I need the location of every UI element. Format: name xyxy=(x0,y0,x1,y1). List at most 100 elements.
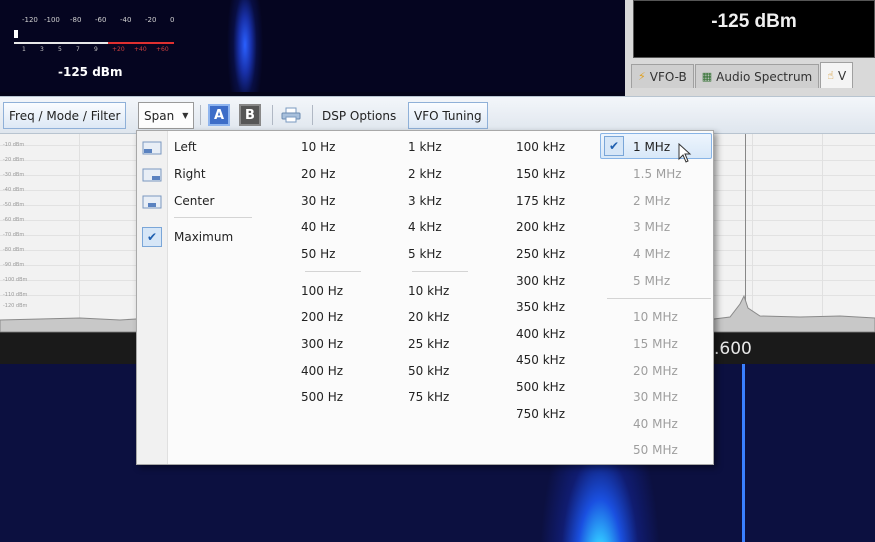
button-label: Freq / Mode / Filter xyxy=(9,108,121,123)
menu-item-span[interactable]: 50 kHz xyxy=(408,364,449,378)
menu-item-span[interactable]: 500 kHz xyxy=(516,380,565,394)
menu-item-span-disabled: 15 MHz xyxy=(633,337,678,351)
menu-item-span[interactable]: 50 Hz xyxy=(301,247,335,261)
meter-tick: 0 xyxy=(170,16,175,24)
right-panel: -125 dBm ⚡ VFO-B ▦ Audio Spectrum ☝ V xyxy=(625,0,875,96)
tab-vfo-tuning[interactable]: ☝ V xyxy=(820,62,854,88)
menu-item-span-disabled: 3 MHz xyxy=(633,220,671,234)
vfo-b-button[interactable]: B xyxy=(239,104,261,126)
printer-icon[interactable] xyxy=(281,107,301,123)
menu-item-span[interactable]: 150 kHz xyxy=(516,167,565,181)
menu-item-span-disabled: 30 MHz xyxy=(633,390,678,404)
vfo-display: -125 dBm xyxy=(633,0,875,58)
dsp-options-button[interactable]: DSP Options xyxy=(317,102,401,129)
menu-item-span[interactable]: 1 kHz xyxy=(408,140,442,154)
menu-item-span[interactable]: 200 Hz xyxy=(301,310,343,324)
meter-scale: 7 xyxy=(76,46,80,53)
top-area: -120 -100 -80 -60 -40 -20 0 1 3 5 7 9 +2… xyxy=(0,0,875,96)
tab-label: Audio Spectrum xyxy=(716,69,813,84)
button-label: VFO Tuning xyxy=(414,108,482,123)
span-button[interactable]: Span ▼ xyxy=(138,102,195,129)
menu-item-span-disabled: 2 MHz xyxy=(633,194,671,208)
tab-label: VFO-B xyxy=(649,69,687,84)
menu-item-span[interactable]: 10 kHz xyxy=(408,284,449,298)
menu-item-span[interactable]: 20 Hz xyxy=(301,167,335,181)
tab-audio-spectrum[interactable]: ▦ Audio Spectrum xyxy=(694,64,820,88)
meter-scale: 3 xyxy=(40,46,44,53)
menu-item-span[interactable]: 400 kHz xyxy=(516,327,565,341)
menu-item-span-disabled: 5 MHz xyxy=(633,274,671,288)
menu-item-span[interactable]: 250 kHz xyxy=(516,247,565,261)
menu-item-span[interactable]: 40 Hz xyxy=(301,220,335,234)
toolbar-divider xyxy=(312,105,313,125)
meter-scale-red: +20 xyxy=(112,46,125,53)
meter-tick: -80 xyxy=(70,16,82,24)
menu-item-span-disabled: 10 MHz xyxy=(633,310,678,324)
menu-item-span[interactable]: 30 Hz xyxy=(301,194,335,208)
menu-item-span[interactable]: 25 kHz xyxy=(408,337,449,351)
align-right-icon xyxy=(141,165,163,185)
meter-scale-red: +60 xyxy=(156,46,169,53)
toolbar-divider xyxy=(272,105,273,125)
menu-item-span[interactable]: 500 Hz xyxy=(301,390,343,404)
meter-scale-red: +40 xyxy=(134,46,147,53)
menu-item-span-disabled: 20 MHz xyxy=(633,364,678,378)
button-label: Span xyxy=(144,108,175,123)
menu-item-span[interactable]: 100 kHz xyxy=(516,140,565,154)
menu-separator xyxy=(412,271,468,272)
menu-item-span[interactable]: 4 kHz xyxy=(408,220,442,234)
vfo-a-button[interactable]: A xyxy=(208,104,230,126)
freq-mode-filter-button[interactable]: Freq / Mode / Filter xyxy=(3,102,127,129)
span-dropdown-menu: Left Right Center ✔ Maximum 10 Hz 20 Hz … xyxy=(136,130,714,465)
menu-item-span[interactable]: 750 kHz xyxy=(516,407,565,421)
menu-item-span[interactable]: 200 kHz xyxy=(516,220,565,234)
toolbar-divider xyxy=(200,105,201,125)
menu-item-center[interactable]: Center xyxy=(174,194,214,208)
vfo-tuning-button[interactable]: VFO Tuning xyxy=(408,102,488,129)
menu-item-span[interactable]: 10 Hz xyxy=(301,140,335,154)
menu-item-span[interactable]: 20 kHz xyxy=(408,310,449,324)
menu-item-span-disabled: 50 MHz xyxy=(633,443,678,457)
meter-needle xyxy=(14,30,18,38)
menu-item-span[interactable]: 400 Hz xyxy=(301,364,343,378)
menu-item-span[interactable]: 175 kHz xyxy=(516,194,565,208)
meter-tick: -20 xyxy=(145,16,157,24)
menu-item-span-selected[interactable]: 1 MHz xyxy=(633,140,670,154)
align-left-icon xyxy=(141,138,163,158)
menu-item-span[interactable]: 300 kHz xyxy=(516,274,565,288)
meter-scale: 5 xyxy=(58,46,62,53)
chevron-down-icon: ▼ xyxy=(182,111,189,120)
menu-item-right[interactable]: Right xyxy=(174,167,206,181)
menu-item-left[interactable]: Left xyxy=(174,140,197,154)
vfo-readout: -125 dBm xyxy=(711,11,797,32)
tab-vfo-b[interactable]: ⚡ VFO-B xyxy=(631,64,694,88)
meter-scale: 1 xyxy=(22,46,26,53)
menu-item-span[interactable]: 100 Hz xyxy=(301,284,343,298)
meter-tick: -60 xyxy=(95,16,107,24)
menu-item-span[interactable]: 3 kHz xyxy=(408,194,442,208)
meter-tick: -40 xyxy=(120,16,132,24)
menu-item-span[interactable]: 2 kHz xyxy=(408,167,442,181)
menu-item-span[interactable]: 300 Hz xyxy=(301,337,343,351)
spectrum-icon: ▦ xyxy=(701,70,713,83)
meter-tick: -100 xyxy=(44,16,60,24)
meter-scale: 9 xyxy=(94,46,98,53)
menu-item-span[interactable]: 450 kHz xyxy=(516,353,565,367)
tab-strip: ⚡ VFO-B ▦ Audio Spectrum ☝ V xyxy=(631,62,854,88)
meter-bar xyxy=(14,42,108,44)
hand-icon: ☝ xyxy=(827,69,834,82)
menu-separator xyxy=(174,217,252,218)
meter-tick: -120 xyxy=(22,16,38,24)
menu-item-span[interactable]: 75 kHz xyxy=(408,390,449,404)
menu-item-maximum[interactable]: Maximum xyxy=(174,230,233,244)
mouse-cursor-icon xyxy=(678,142,692,168)
signal-readout: -125 dBm xyxy=(58,65,123,79)
meter-bar-red xyxy=(108,42,174,44)
check-icon: ✔ xyxy=(142,227,162,247)
menu-item-span[interactable]: 5 kHz xyxy=(408,247,442,261)
menu-item-span[interactable]: 350 kHz xyxy=(516,300,565,314)
menu-item-span-disabled: 40 MHz xyxy=(633,417,678,431)
signal-meter: -120 -100 -80 -60 -40 -20 0 1 3 5 7 9 +2… xyxy=(0,0,625,92)
lightning-icon: ⚡ xyxy=(638,70,646,83)
button-label: DSP Options xyxy=(322,108,397,123)
